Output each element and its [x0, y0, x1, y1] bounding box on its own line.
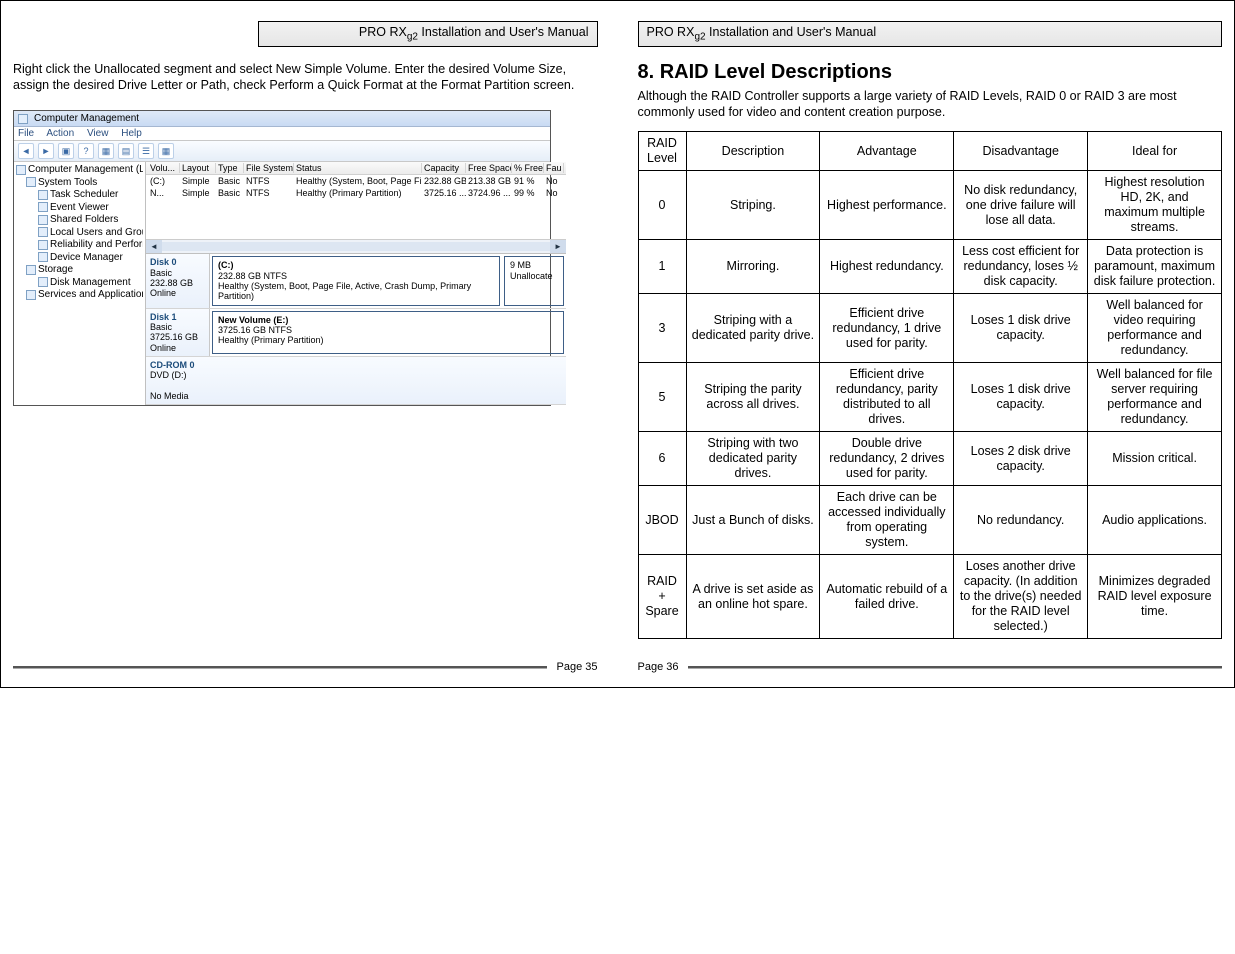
tree-disk-management[interactable]: Disk Management	[16, 277, 143, 290]
forward-icon[interactable]: ►	[38, 143, 54, 159]
raid-table: RAID Level Description Advantage Disadva…	[638, 131, 1223, 639]
raid-table-row: RAID + SpareA drive is set aside as an o…	[638, 555, 1222, 639]
disk-0-partition-c[interactable]: (C:) 232.88 GB NTFS Healthy (System, Boo…	[212, 256, 500, 305]
volume-list-header: Volu...LayoutTypeFile SystemStatusCapaci…	[146, 162, 566, 175]
volume-row[interactable]: N...SimpleBasicNTFSHealthy (Primary Part…	[146, 187, 566, 199]
tree-event-viewer[interactable]: Event Viewer	[16, 202, 143, 215]
header-title: PRO RXg2 Installation and User's Manual	[359, 25, 589, 43]
tree-reliability[interactable]: Reliability and Performa	[16, 239, 143, 252]
right-header-bar: PRO RXg2 Installation and User's Manual	[638, 21, 1223, 47]
tree-shared-folders[interactable]: Shared Folders	[16, 214, 143, 227]
cdrom-row[interactable]: CD-ROM 0 DVD (D:) No Media	[146, 357, 566, 405]
page-number-right: Page 36	[638, 661, 679, 673]
scroll-left-icon[interactable]: ◄	[146, 240, 162, 253]
header-title: PRO RXg2 Installation and User's Manual	[647, 25, 877, 43]
tree-local-users[interactable]: Local Users and Groups	[16, 227, 143, 240]
nav-tree[interactable]: Computer Management (Local System Tools …	[14, 162, 146, 405]
menu-file[interactable]: File	[18, 128, 34, 139]
disk-1-partition-e[interactable]: New Volume (E:) 3725.16 GB NTFS Healthy …	[212, 311, 564, 354]
horizontal-scrollbar[interactable]: ◄ ►	[146, 239, 566, 253]
menu-view[interactable]: View	[87, 128, 109, 139]
section-heading: 8. RAID Level Descriptions	[638, 61, 1223, 84]
tree-device-manager[interactable]: Device Manager	[16, 252, 143, 265]
tree-root[interactable]: Computer Management (Local	[16, 164, 143, 177]
window-titlebar: Computer Management	[14, 111, 550, 127]
raid-table-row: 6Striping with two dedicated parity driv…	[638, 432, 1222, 486]
left-body-text: Right click the Unallocated segment and …	[13, 61, 598, 95]
scroll-right-icon[interactable]: ►	[550, 240, 566, 253]
properties-icon[interactable]: ▤	[118, 143, 134, 159]
right-page: PRO RXg2 Installation and User's Manual …	[638, 21, 1223, 639]
raid-table-header-row: RAID Level Description Advantage Disadva…	[638, 132, 1222, 171]
disk-1-row[interactable]: Disk 1 Basic 3725.16 GB Online New Volum…	[146, 309, 566, 357]
app-icon	[18, 114, 28, 124]
left-page: PRO RXg2 Installation and User's Manual …	[13, 21, 598, 639]
disk-0-unallocated[interactable]: 9 MB Unallocate	[504, 256, 564, 305]
footer-rule	[13, 666, 547, 669]
raid-table-row: 0Striping.Highest performance.No disk re…	[638, 171, 1222, 240]
disk-management-pane: Volu...LayoutTypeFile SystemStatusCapaci…	[146, 162, 566, 405]
raid-table-row: 3Striping with a dedicated parity drive.…	[638, 294, 1222, 363]
refresh-icon[interactable]: ?	[78, 143, 94, 159]
volume-row[interactable]: (C:)SimpleBasicNTFSHealthy (System, Boot…	[146, 175, 566, 187]
action-icon[interactable]: ▦	[98, 143, 114, 159]
menu-help[interactable]: Help	[121, 128, 142, 139]
raid-table-row: 5Striping the parity across all drives.E…	[638, 363, 1222, 432]
computer-management-screenshot: Computer Management File Action View Hel…	[13, 110, 551, 406]
disk-0-row[interactable]: Disk 0 Basic 232.88 GB Online (C:) 232.8…	[146, 254, 566, 308]
toolbar: ◄ ► ▣ ? ▦ ▤ ☰ ▦	[14, 141, 550, 162]
back-icon[interactable]: ◄	[18, 143, 34, 159]
help-icon[interactable]: ☰	[138, 143, 154, 159]
tree-system-tools[interactable]: System Tools	[16, 177, 143, 190]
menu-action[interactable]: Action	[46, 128, 74, 139]
raid-table-row: 1Mirroring.Highest redundancy.Less cost …	[638, 240, 1222, 294]
tree-task-scheduler[interactable]: Task Scheduler	[16, 189, 143, 202]
left-header-bar: PRO RXg2 Installation and User's Manual	[258, 21, 598, 47]
page-number-left: Page 35	[557, 661, 598, 673]
tree-services[interactable]: Services and Applications	[16, 289, 143, 302]
raid-table-row: JBODJust a Bunch of disks.Each drive can…	[638, 486, 1222, 555]
up-icon[interactable]: ▣	[58, 143, 74, 159]
menu-bar[interactable]: File Action View Help	[14, 127, 550, 141]
tree-storage[interactable]: Storage	[16, 264, 143, 277]
raid-intro: Although the RAID Controller supports a …	[638, 88, 1223, 122]
window-title: Computer Management	[34, 113, 139, 124]
extra-icon[interactable]: ▦	[158, 143, 174, 159]
footer-rule	[688, 666, 1222, 669]
